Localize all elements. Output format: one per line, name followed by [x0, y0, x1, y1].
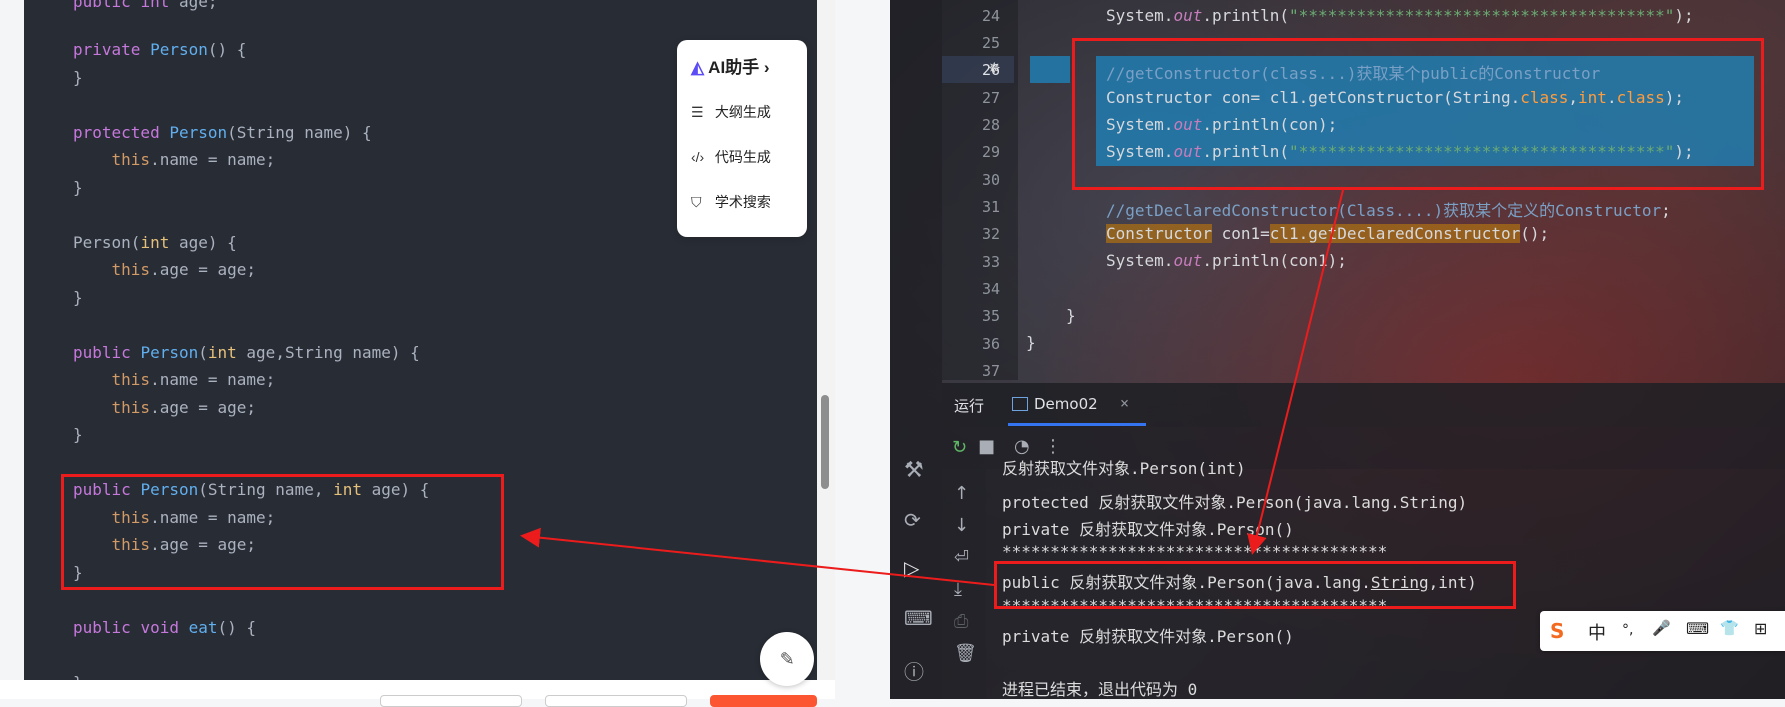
arrow-output-to-constructor	[520, 527, 995, 586]
annotation-arrows	[520, 189, 1344, 586]
arrow-code-to-output	[1247, 189, 1344, 555]
